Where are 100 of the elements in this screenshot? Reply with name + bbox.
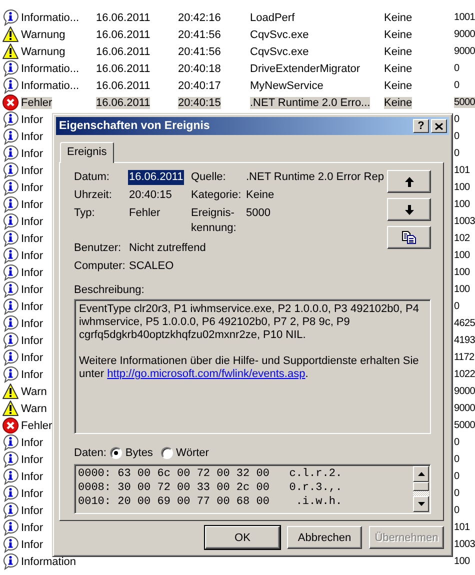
event-id-cell: 0 [454,488,460,499]
copy-button[interactable] [387,226,431,249]
event-id-cell: 100 [454,284,470,295]
dialog-button[interactable]: Abbrechen [287,526,362,549]
event-id-cell: 100 [454,267,470,278]
type-cell: Warn [21,402,47,414]
type-cell: Infor [21,470,44,482]
scroll-thumb[interactable] [413,482,429,491]
warning-icon [2,400,19,417]
type-cell: Infor [21,522,44,534]
radio-label: Bytes [125,447,153,459]
event-id-cell: 9000 [454,29,475,40]
event-id-cell: 100 [454,182,470,193]
close-icon [435,122,443,130]
type-cell: Infor [21,250,44,262]
hex-line: 0010: 20 00 69 00 77 00 68 00 .i.w.h. [78,495,344,509]
tab[interactable]: Ereignis [60,142,114,163]
event-id-cell: 1022 [454,369,475,380]
event-id-cell: 9000 [454,403,475,414]
help-button[interactable]: ? [413,119,429,133]
type-cell: Infor [21,368,44,380]
event-id-cell: 5000 [454,97,475,108]
category-cell: Keine [384,28,412,40]
date-cell: 16.06.2011 [96,80,150,92]
source-cell: LoadPerf [250,12,295,24]
format-radio[interactable]: Bytes [110,447,153,459]
event-id-cell: 0 [454,471,460,482]
radio-label: Wörter [176,447,209,459]
date-cell: 16.06.2011 [96,62,150,74]
event-id-cell: 0 [454,114,460,125]
type-cell: Warn [21,386,47,398]
type-cell: Infor [21,436,44,448]
warning-icon [2,383,19,400]
dialog-button[interactable]: OK [205,526,280,549]
date-cell: 16.06.2011 [96,12,150,24]
type-cell: Infor [21,148,44,160]
type-cell: Infor [21,130,44,142]
category-cell: Keine [384,62,412,74]
type-cell: Infor [21,454,44,466]
event-id-cell: 101 [454,165,470,176]
field-value: SCALEO [129,259,175,274]
warning-icon [2,26,19,43]
event-id-cell: 0 [454,454,460,465]
type-cell: Infor [21,232,44,244]
type-cell: Infor [21,488,44,500]
type-cell: Infor [21,114,44,126]
time-cell: 20:41:56 [178,28,221,40]
type-cell: Fehler [21,96,52,108]
data-label: Daten: [74,447,106,459]
type-cell: Infor [21,266,44,278]
category-cell: Keine [384,46,412,58]
category-cell: Keine [384,12,412,24]
event-id-cell: 4625 [454,318,475,329]
next-button[interactable] [387,198,431,221]
date-cell: 16.06.2011 [96,46,150,58]
copy-icon [402,231,416,244]
field-label: Typ: [74,206,96,221]
up-arrow-icon [404,176,414,186]
event-id-cell: 1003 [454,216,475,227]
down-triangle-icon [418,502,424,506]
dialog-title: Eigenschaften von Ereignis [59,120,211,132]
field-value: 5000 [246,206,272,221]
format-radio[interactable]: Wörter [160,447,209,459]
scrollbar[interactable] [413,466,429,512]
source-cell: MyNewService [250,80,324,92]
event-id-cell: 9000 [454,386,475,397]
field-value: Fehler [129,206,162,221]
scroll-down-button[interactable] [413,496,429,512]
events-link[interactable]: http://go.microsoft.com/fwlink/events.asp [107,368,306,380]
event-id-cell: 4193 [454,335,475,346]
type-cell: Infor [21,352,44,364]
scroll-up-button[interactable] [413,466,429,482]
data-box[interactable]: 0000: 63 00 6c 00 72 00 32 00 c.l.r.2. 0008: 30 00 72 00 33 00 2c 00 0.r.3.,. 0010: 20 00 69 00 77 00 68 00 .i.w.h. [74,464,431,514]
date-cell: 16.06.2011 [96,96,150,108]
close-button[interactable] [431,119,447,133]
event-id-cell: 101 [454,522,470,533]
description-label: Beschreibung: [74,283,146,297]
category-cell: Keine [384,96,412,108]
source-cell: DriveExtenderMigrator [250,62,360,74]
hex-line: 0000: 63 00 6c 00 72 00 32 00 c.l.r.2. [78,467,344,481]
event-id-cell: 0 [454,301,460,312]
field-value: Nicht zutreffend [129,241,207,256]
event-id-cell: 1001 [454,12,475,23]
more-info-text: Weitere Informationen über die Hilfe- und Supportdienste erhalten Sie unter http://go.microsoft.com/fwlink/events.asp. [79,355,420,381]
time-cell: 20:41:56 [178,46,221,58]
type-cell: Informatio... [21,80,80,92]
description-box[interactable] [74,299,431,434]
type-cell: Infor [21,538,44,550]
event-id-cell: 5000 [454,420,475,431]
field-label: Quelle: [191,170,227,185]
previous-button[interactable] [387,170,431,193]
event-id-cell: 100 [454,556,470,567]
date-cell: 16.06.2011 [96,28,150,40]
time-cell: 20:40:18 [178,62,221,74]
event-id-cell: 100 [454,199,470,210]
field-value: 16.06.2011 [128,170,184,185]
field-label: Uhrzeit: [74,188,113,203]
type-cell: Infor [21,300,44,312]
type-cell: Informatio... [21,12,80,24]
event-id-cell: 100 [454,250,470,261]
